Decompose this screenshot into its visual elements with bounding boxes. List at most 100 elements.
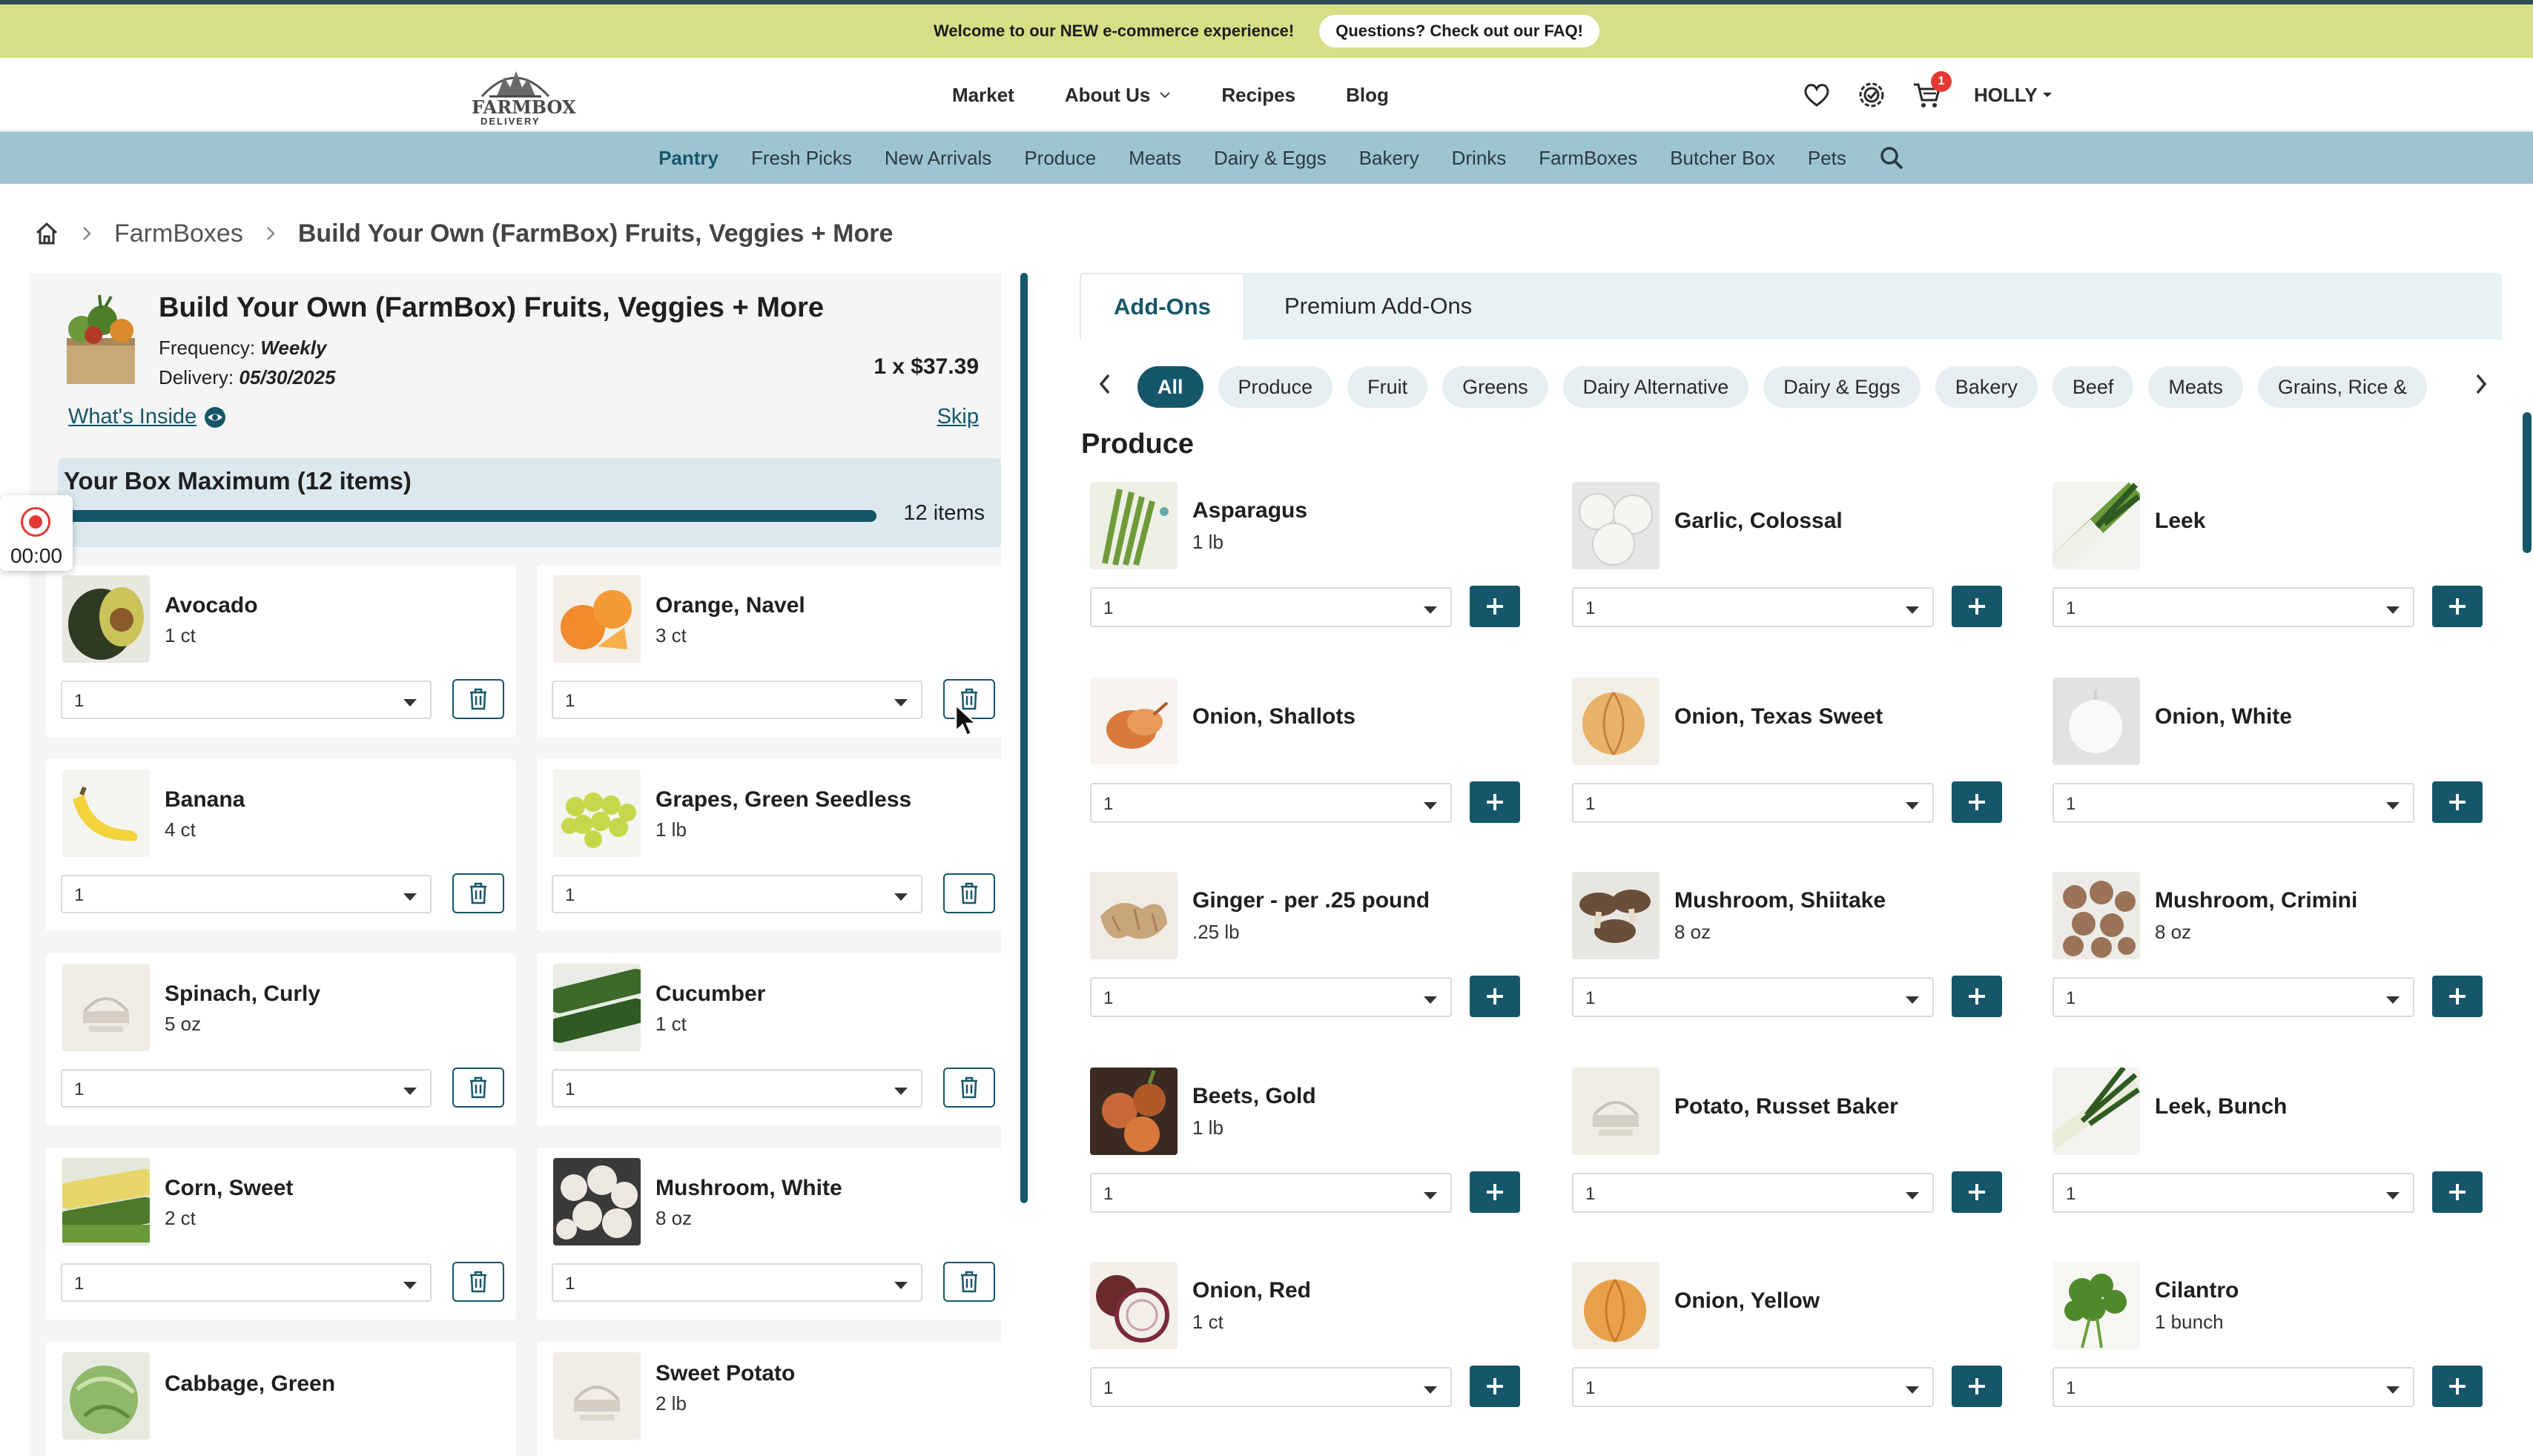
- recording-widget[interactable]: 00:00: [0, 495, 73, 571]
- remove-item-button[interactable]: [943, 1068, 995, 1108]
- home-icon[interactable]: [34, 221, 59, 246]
- quantity-value: 1: [1585, 1184, 1596, 1204]
- addons-scrollbar[interactable]: [2523, 412, 2532, 553]
- nav-about-us[interactable]: About Us: [1065, 84, 1172, 107]
- chip-meats[interactable]: Meats: [2148, 366, 2243, 408]
- remove-item-button[interactable]: [452, 679, 504, 719]
- nav-recipes[interactable]: Recipes: [1221, 84, 1295, 107]
- category-farmboxes[interactable]: FarmBoxes: [1539, 147, 1637, 170]
- caret-down-icon: [894, 699, 908, 707]
- chip-dairy-eggs[interactable]: Dairy & Eggs: [1763, 366, 1921, 408]
- quantity-select[interactable]: 1: [1572, 1173, 1934, 1213]
- quantity-select[interactable]: 1: [1090, 1367, 1452, 1407]
- nav-market[interactable]: Market: [952, 84, 1014, 107]
- category-pantry[interactable]: Pantry: [658, 147, 719, 170]
- tab-add-ons[interactable]: Add-Ons: [1080, 273, 1245, 340]
- remove-item-button[interactable]: [943, 1262, 995, 1302]
- quantity-select[interactable]: 1: [1572, 587, 1934, 627]
- tab-premium-add-ons[interactable]: Premium Add-Ons: [1252, 273, 1505, 340]
- remove-item-button[interactable]: [943, 873, 995, 913]
- caret-down-icon: [1424, 1386, 1437, 1394]
- add-product-button[interactable]: [1952, 1171, 2002, 1213]
- remove-item-button[interactable]: [452, 873, 504, 913]
- quantity-select[interactable]: 1: [552, 875, 922, 913]
- quantity-select[interactable]: 1: [61, 875, 432, 913]
- skip-link[interactable]: Skip: [937, 405, 979, 429]
- remove-item-button[interactable]: [452, 1262, 504, 1302]
- quantity-select[interactable]: 1: [61, 681, 432, 719]
- add-product-button[interactable]: [2432, 586, 2483, 627]
- category-bakery[interactable]: Bakery: [1359, 147, 1419, 170]
- add-product-button[interactable]: [1470, 586, 1520, 627]
- chip-dairy-alternative[interactable]: Dairy Alternative: [1562, 366, 1749, 408]
- add-product-button[interactable]: [1470, 781, 1520, 823]
- quantity-select[interactable]: 1: [2053, 587, 2414, 627]
- quantity-select[interactable]: 1: [61, 1069, 432, 1108]
- chip-produce[interactable]: Produce: [1218, 366, 1333, 408]
- cilantro-image: [2053, 1262, 2140, 1349]
- chevron-right-icon[interactable]: [2465, 368, 2497, 400]
- quantity-select[interactable]: 1: [2053, 783, 2414, 823]
- add-product-button[interactable]: [1952, 781, 2002, 823]
- remove-item-button[interactable]: [452, 1068, 504, 1108]
- quantity-select[interactable]: 1: [1572, 977, 1934, 1017]
- category-dairy-eggs[interactable]: Dairy & Eggs: [1214, 147, 1327, 170]
- quantity-select[interactable]: 1: [552, 1069, 922, 1108]
- heart-icon[interactable]: [1802, 80, 1832, 110]
- farmbox-logo[interactable]: FARMBOX DELIVERY: [467, 62, 576, 128]
- category-new-arrivals[interactable]: New Arrivals: [885, 147, 991, 170]
- add-product-button[interactable]: [1952, 1366, 2002, 1407]
- chip-greens[interactable]: Greens: [1442, 366, 1548, 408]
- quantity-select[interactable]: 1: [1090, 783, 1452, 823]
- category-drinks[interactable]: Drinks: [1452, 147, 1507, 170]
- add-product-button[interactable]: [1952, 976, 2002, 1017]
- whats-inside-link[interactable]: What's Inside: [68, 405, 226, 429]
- category-meats[interactable]: Meats: [1129, 147, 1181, 170]
- add-product-button[interactable]: [2432, 781, 2483, 823]
- chevron-left-icon[interactable]: [1089, 368, 1121, 400]
- quantity-select[interactable]: 1: [2053, 977, 2414, 1017]
- chip-grains-rice[interactable]: Grains, Rice &: [2257, 366, 2427, 408]
- user-menu[interactable]: HOLLY: [1974, 84, 2053, 107]
- nav-blog[interactable]: Blog: [1346, 84, 1389, 107]
- box-item: Sweet Potato 2 lb: [537, 1342, 1007, 1456]
- ginger-image: [1090, 872, 1178, 959]
- add-product-button[interactable]: [1470, 976, 1520, 1017]
- category-pets[interactable]: Pets: [1808, 147, 1846, 170]
- quantity-select[interactable]: 1: [1090, 977, 1452, 1017]
- category-fresh-picks[interactable]: Fresh Picks: [751, 147, 852, 170]
- faq-link[interactable]: Questions? Check out our FAQ!: [1319, 15, 1599, 47]
- add-product-button[interactable]: [2432, 976, 2483, 1017]
- product-card: Potato, Russet Baker 1: [1562, 1068, 2021, 1245]
- quantity-select[interactable]: 1: [552, 1263, 922, 1302]
- chip-all[interactable]: All: [1137, 366, 1203, 408]
- add-product-button[interactable]: [1470, 1366, 1520, 1407]
- search-icon[interactable]: [1879, 145, 1904, 171]
- chip-fruit[interactable]: Fruit: [1347, 366, 1428, 408]
- breadcrumb-farmboxes[interactable]: FarmBoxes: [114, 219, 243, 248]
- add-product-button[interactable]: [2432, 1366, 2483, 1407]
- product-quantity: 8 oz: [1674, 921, 1711, 943]
- quantity-select[interactable]: 1: [1090, 1173, 1452, 1213]
- quantity-select[interactable]: 1: [2053, 1173, 2414, 1213]
- quantity-select[interactable]: 1: [2053, 1367, 2414, 1407]
- box-scrollbar[interactable]: [1020, 273, 1028, 1203]
- category-produce[interactable]: Produce: [1024, 147, 1096, 170]
- caret-down-icon: [2386, 1386, 2400, 1394]
- quantity-select[interactable]: 1: [1090, 587, 1452, 627]
- quantity-select[interactable]: 1: [1572, 783, 1934, 823]
- badge-settings-icon[interactable]: [1857, 80, 1886, 110]
- quantity-value: 1: [2066, 794, 2076, 814]
- add-product-button[interactable]: [1470, 1171, 1520, 1213]
- category-butcher-box[interactable]: Butcher Box: [1670, 147, 1775, 170]
- add-product-button[interactable]: [1952, 586, 2002, 627]
- chip-beef[interactable]: Beef: [2052, 366, 2134, 408]
- chip-bakery[interactable]: Bakery: [1935, 366, 2038, 408]
- quantity-select[interactable]: 1: [61, 1263, 432, 1302]
- potato-image: [1572, 1068, 1660, 1155]
- quantity-select[interactable]: 1: [552, 681, 922, 719]
- quantity-select[interactable]: 1: [1572, 1367, 1934, 1407]
- section-title: Produce: [1081, 428, 1195, 460]
- cart-icon[interactable]: 1: [1912, 71, 1952, 110]
- add-product-button[interactable]: [2432, 1171, 2483, 1213]
